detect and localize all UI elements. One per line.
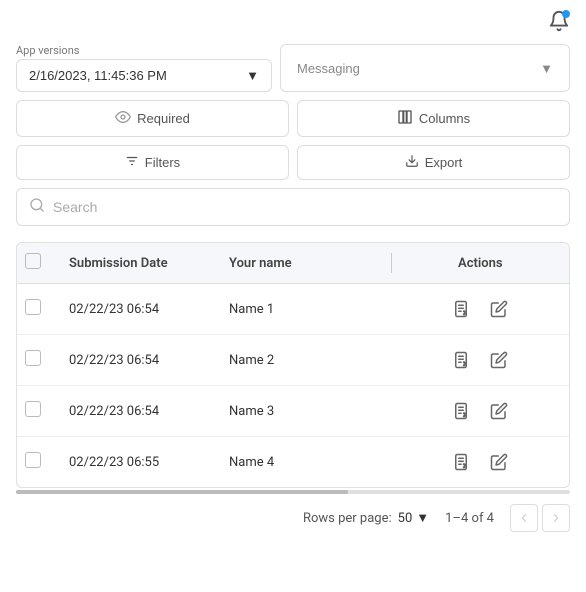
previous-page-button[interactable] xyxy=(510,504,538,532)
columns-icon xyxy=(397,109,413,128)
row-4-checkbox[interactable] xyxy=(25,452,41,468)
next-page-button[interactable] xyxy=(542,504,570,532)
row-4-name: Name 4 xyxy=(217,437,392,488)
search-container xyxy=(16,188,570,226)
filters-export-row: Filters Export xyxy=(16,145,570,180)
rows-per-page-chevron-icon: ▼ xyxy=(416,510,429,526)
columns-label: Columns xyxy=(419,111,470,126)
version-label: App versions xyxy=(16,44,272,57)
row-4-view-icon[interactable] xyxy=(448,449,474,475)
header-checkbox-col xyxy=(17,243,57,284)
row-4-date: 02/22/23 06:55 xyxy=(57,437,217,488)
row-2-name: Name 2 xyxy=(217,335,392,386)
required-button[interactable]: Required xyxy=(16,100,289,137)
table-row: 02/22/23 06:55 Name 4 xyxy=(17,437,569,488)
select-all-checkbox[interactable] xyxy=(25,253,41,269)
required-label: Required xyxy=(137,111,190,126)
controls-section: App versions 2/16/2023, 11:45:36 PM ▼ Me… xyxy=(0,40,586,242)
search-wrapper xyxy=(16,188,570,226)
search-icon xyxy=(29,197,45,217)
row-4-checkbox-cell xyxy=(17,437,57,488)
row-1-checkbox[interactable] xyxy=(25,299,41,315)
version-chevron-icon: ▼ xyxy=(246,68,259,83)
row-3-name: Name 3 xyxy=(217,386,392,437)
version-value: 2/16/2023, 11:45:36 PM xyxy=(29,68,167,83)
export-button[interactable]: Export xyxy=(297,145,570,180)
messaging-chevron-icon: ▼ xyxy=(540,61,553,76)
rows-per-page-label: Rows per page: xyxy=(303,511,392,526)
table-row: 02/22/23 06:54 Name 2 xyxy=(17,335,569,386)
horizontal-scrollbar[interactable] xyxy=(16,490,570,494)
row-4-actions-cell xyxy=(392,437,569,488)
table-body: 02/22/23 06:54 Name 1 xyxy=(17,284,569,488)
data-table-container: Submission Date Your name Actions 02/22/… xyxy=(16,242,570,488)
row-3-actions-cell xyxy=(392,386,569,437)
table-header-row: Submission Date Your name Actions xyxy=(17,243,569,284)
table-row: 02/22/23 06:54 Name 1 xyxy=(17,284,569,335)
row-3-checkbox-cell xyxy=(17,386,57,437)
row-2-checkbox[interactable] xyxy=(25,350,41,366)
search-input[interactable] xyxy=(53,199,557,215)
notification-bell-icon[interactable] xyxy=(548,10,570,36)
row-3-view-icon[interactable] xyxy=(448,398,474,424)
messaging-label: Messaging xyxy=(297,61,360,76)
pagination-buttons xyxy=(510,504,570,532)
row-2-view-icon[interactable] xyxy=(448,347,474,373)
header-your-name: Your name xyxy=(217,243,392,284)
filters-label: Filters xyxy=(145,155,180,170)
table-row: 02/22/23 06:54 Name 3 xyxy=(17,386,569,437)
row-3-checkbox[interactable] xyxy=(25,401,41,417)
scrollbar-thumb[interactable] xyxy=(16,490,348,494)
version-messaging-row: App versions 2/16/2023, 11:45:36 PM ▼ Me… xyxy=(16,44,570,92)
version-selector-wrapper: App versions 2/16/2023, 11:45:36 PM ▼ xyxy=(16,44,272,92)
export-label: Export xyxy=(425,155,463,170)
header-actions: Actions xyxy=(392,243,569,284)
row-1-checkbox-cell xyxy=(17,284,57,335)
table-footer: Rows per page: 50 ▼ 1–4 of 4 xyxy=(0,494,586,542)
data-table: Submission Date Your name Actions 02/22/… xyxy=(17,243,569,487)
version-dropdown[interactable]: 2/16/2023, 11:45:36 PM ▼ xyxy=(16,59,272,92)
row-1-actions-cell xyxy=(392,284,569,335)
row-2-edit-icon[interactable] xyxy=(486,347,512,373)
eye-icon xyxy=(115,109,131,128)
row-1-date: 02/22/23 06:54 xyxy=(57,284,217,335)
notification-dot xyxy=(562,10,570,18)
required-columns-row: Required Columns xyxy=(16,100,570,137)
row-3-edit-icon[interactable] xyxy=(486,398,512,424)
export-icon xyxy=(405,154,419,171)
filter-icon xyxy=(125,154,139,171)
pagination-info: 1–4 of 4 xyxy=(445,511,494,526)
row-4-edit-icon[interactable] xyxy=(486,449,512,475)
header-submission-date: Submission Date xyxy=(57,243,217,284)
row-1-name: Name 1 xyxy=(217,284,392,335)
row-1-view-icon[interactable] xyxy=(448,296,474,322)
row-3-date: 02/22/23 06:54 xyxy=(57,386,217,437)
top-bar xyxy=(0,0,586,40)
rows-per-page-value: 50 xyxy=(398,511,413,526)
filters-button[interactable]: Filters xyxy=(16,145,289,180)
messaging-dropdown[interactable]: Messaging ▼ xyxy=(280,44,570,92)
row-2-checkbox-cell xyxy=(17,335,57,386)
row-2-date: 02/22/23 06:54 xyxy=(57,335,217,386)
row-2-actions-cell xyxy=(392,335,569,386)
rows-per-page-dropdown[interactable]: 50 ▼ xyxy=(398,510,430,526)
row-1-edit-icon[interactable] xyxy=(486,296,512,322)
columns-button[interactable]: Columns xyxy=(297,100,570,137)
rows-per-page-section: Rows per page: 50 ▼ xyxy=(303,510,429,526)
